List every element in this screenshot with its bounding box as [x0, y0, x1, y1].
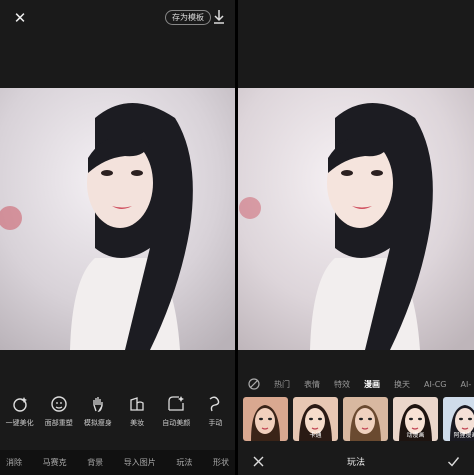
auto-beauty-icon	[168, 396, 185, 411]
effect-thumbnail[interactable]: 阿狸漫画	[443, 397, 474, 441]
nav-item[interactable]: 消除	[6, 457, 22, 468]
nav-item[interactable]: 马赛克	[43, 457, 67, 468]
nav-item[interactable]: 形状	[213, 457, 229, 468]
effect-thumbnail[interactable]	[243, 397, 288, 441]
confirm-check-icon[interactable]	[447, 455, 460, 468]
thumbnail-label: 阿狸漫画	[453, 432, 474, 439]
download-icon[interactable]	[212, 9, 226, 25]
tool-makeup[interactable]: 美妆	[118, 395, 157, 435]
effect-thumbnail[interactable]	[343, 397, 388, 441]
category-tab[interactable]: 特效	[334, 379, 350, 390]
tool-face-reshape[interactable]: 面部重塑	[39, 395, 78, 435]
effects-editor-panel: 热门 表情 特效 漫画 换天 AI-CG AI- 卡通 动漫画 阿狸漫画	[238, 0, 474, 475]
tool-label: 一键美化	[5, 419, 34, 427]
no-effect-icon[interactable]	[248, 378, 260, 390]
makeup-icon	[130, 397, 144, 411]
effect-categories: 热门 表情 特效 漫画 换天 AI-CG AI-	[238, 376, 474, 392]
category-tab-active[interactable]: 漫画	[364, 379, 380, 390]
cancel-icon[interactable]	[252, 455, 265, 468]
manual-icon	[210, 396, 220, 412]
edit-tools: 一键美化 面部重塑 模拟瘦身 美妆 自动美颜 手动	[0, 395, 235, 435]
tool-label: 手动	[208, 419, 223, 427]
nav-item[interactable]: 导入图片	[124, 457, 156, 468]
category-tab[interactable]: 换天	[394, 379, 410, 390]
save-template-button[interactable]: 存为模板	[165, 10, 211, 25]
thumbnail-label: 卡通	[309, 432, 322, 439]
effects-footer: 玩法	[238, 448, 474, 475]
original-photo	[0, 88, 235, 350]
tool-label: 美妆	[130, 419, 145, 427]
tool-label: 自动美颜	[162, 419, 191, 427]
bottom-nav: 消除 马赛克 背景 导入图片 玩法 形状	[0, 450, 235, 475]
tool-label: 模拟瘦身	[83, 419, 112, 427]
category-tab[interactable]: 表情	[304, 379, 320, 390]
hand-icon	[93, 397, 103, 413]
nav-item[interactable]: 背景	[87, 457, 103, 468]
original-editor-panel: ✕ 存为模板 一键美化 面部重塑 模拟瘦身 美妆 自动美颜 手动 消除 马赛克 …	[0, 0, 235, 475]
category-tab[interactable]: 热门	[274, 379, 290, 390]
tool-label: 面部重塑	[44, 419, 73, 427]
effect-thumbnail[interactable]: 卡通	[293, 397, 338, 441]
nav-item[interactable]: 玩法	[176, 457, 192, 468]
tool-auto-beauty[interactable]: 自动美颜	[157, 395, 196, 435]
category-tab[interactable]: AI-	[461, 380, 472, 389]
tool-one-click-beauty[interactable]: 一键美化	[0, 395, 39, 435]
beauty-icon	[12, 397, 27, 412]
tool-body-slim[interactable]: 模拟瘦身	[78, 395, 117, 435]
tool-manual[interactable]: 手动	[196, 395, 235, 435]
footer-title: 玩法	[346, 458, 365, 468]
effect-thumbnails: 卡通 动漫画 阿狸漫画	[243, 397, 474, 441]
edited-photo	[238, 88, 474, 350]
effect-thumbnail[interactable]: 动漫画	[393, 397, 438, 441]
close-icon[interactable]: ✕	[12, 10, 28, 26]
thumbnail-label: 动漫画	[406, 432, 425, 439]
category-tab[interactable]: AI-CG	[424, 380, 447, 389]
face-reshape-icon	[51, 396, 67, 412]
